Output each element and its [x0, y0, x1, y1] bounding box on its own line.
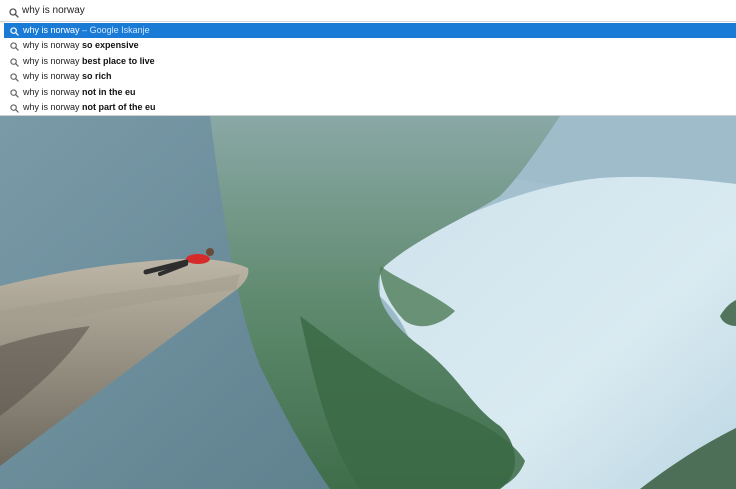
suggestion-item[interactable]: why is norway so expensive	[4, 38, 736, 53]
suggestion-query: why is norway	[23, 55, 80, 66]
fjord-landscape-image	[0, 116, 736, 489]
suggestion-item[interactable]: why is norway best place to live	[4, 54, 736, 69]
suggestion-completion: so rich	[82, 71, 112, 81]
address-bar[interactable]	[0, 0, 736, 22]
suggestion-completion: so expensive	[82, 40, 139, 50]
suggestion-separator: –	[82, 25, 88, 35]
search-icon	[9, 5, 19, 23]
suggestion-completion: not in the eu	[82, 86, 136, 97]
suggestion-item[interactable]: why is norway not part of the eu	[4, 100, 736, 115]
omnibox-input[interactable]	[22, 2, 722, 18]
suggestion-completion: not part of the eu	[82, 102, 156, 112]
suggestion-provider: Google Iskanje	[89, 25, 150, 35]
suggestion-query: why is norway	[23, 71, 80, 81]
search-icon	[10, 103, 19, 118]
suggestions-dropdown: why is norway – Google Iskanje why is no…	[0, 22, 736, 116]
suggestion-item[interactable]: why is norway not in the eu	[4, 85, 736, 100]
suggestion-query: why is norway	[23, 86, 80, 97]
suggestion-query: why is norway	[23, 25, 80, 35]
suggestion-completion: best place to live	[82, 55, 155, 66]
background-photo	[0, 116, 736, 489]
suggestion-query: why is norway	[23, 40, 80, 50]
suggestion-item[interactable]: why is norway so rich	[4, 69, 736, 84]
suggestion-item-search[interactable]: why is norway – Google Iskanje	[4, 23, 736, 38]
suggestion-query: why is norway	[23, 102, 80, 112]
